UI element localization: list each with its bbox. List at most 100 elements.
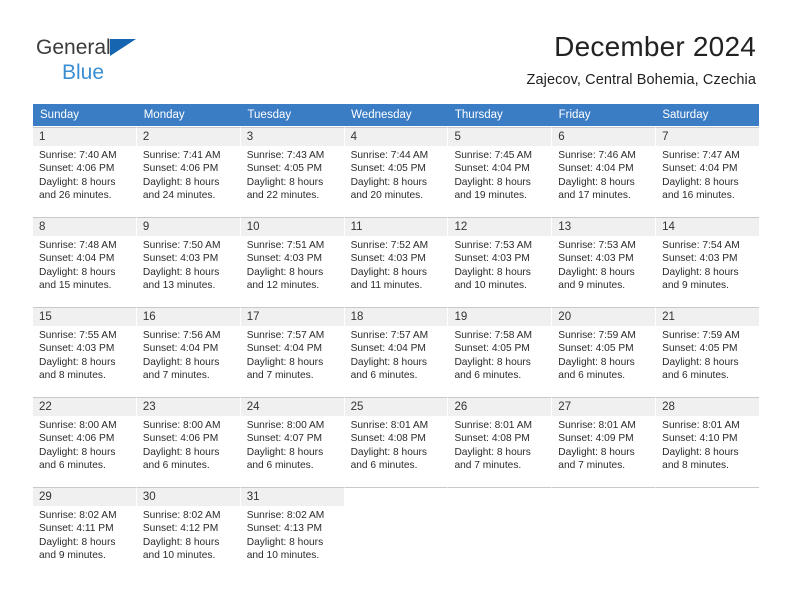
day-cell[interactable]: 21 Sunrise: 7:59 AM Sunset: 4:05 PM Dayl… (656, 307, 760, 397)
day-details: Sunrise: 7:54 AM Sunset: 4:03 PM Dayligh… (656, 236, 759, 293)
day-cell[interactable]: 30 Sunrise: 8:02 AM Sunset: 4:12 PM Dayl… (136, 487, 241, 577)
day-cell[interactable]: 4 Sunrise: 7:44 AM Sunset: 4:05 PM Dayli… (344, 127, 449, 217)
sunset-text: Sunset: 4:06 PM (142, 163, 219, 175)
day-details: Sunrise: 8:00 AM Sunset: 4:06 PM Dayligh… (33, 416, 136, 473)
sunrise-text: Sunrise: 7:53 AM (558, 240, 636, 251)
sunrise-text: Sunrise: 7:40 AM (39, 150, 117, 161)
sunset-text: Sunset: 4:05 PM (246, 163, 323, 175)
day-details: Sunrise: 8:02 AM Sunset: 4:13 PM Dayligh… (241, 506, 344, 563)
sunrise-text: Sunrise: 8:01 AM (558, 420, 636, 431)
sunset-text: Sunset: 4:04 PM (246, 343, 323, 355)
daylight-text-line1: Daylight: 8 hours (558, 446, 635, 458)
day-cell[interactable]: 1 Sunrise: 7:40 AM Sunset: 4:06 PM Dayli… (33, 127, 137, 217)
daylight-text-line2: and 6 minutes. (350, 370, 418, 382)
day-number: 1 (33, 128, 136, 146)
day-number (656, 488, 760, 506)
day-cell[interactable]: 27 Sunrise: 8:01 AM Sunset: 4:09 PM Dayl… (552, 397, 657, 487)
day-cell[interactable]: 7 Sunrise: 7:47 AM Sunset: 4:04 PM Dayli… (656, 127, 760, 217)
sunset-text: Sunset: 4:08 PM (350, 433, 426, 445)
sunset-text: Sunset: 4:05 PM (558, 343, 634, 355)
sunset-text: Sunset: 4:05 PM (454, 343, 530, 355)
day-cell[interactable]: 9 Sunrise: 7:50 AM Sunset: 4:03 PM Dayli… (136, 217, 241, 307)
daylight-text-line2: and 19 minutes. (454, 190, 527, 202)
logo-triangle-icon (110, 39, 136, 56)
generalblue-logo[interactable]: General Blue (36, 36, 236, 88)
day-cell[interactable]: 23 Sunrise: 8:00 AM Sunset: 4:06 PM Dayl… (136, 397, 241, 487)
day-cell[interactable]: 6 Sunrise: 7:46 AM Sunset: 4:04 PM Dayli… (552, 127, 657, 217)
day-number: 20 (552, 308, 656, 326)
day-details: Sunrise: 8:02 AM Sunset: 4:12 PM Dayligh… (137, 506, 240, 563)
daylight-text-line2: and 9 minutes. (39, 550, 106, 562)
day-cell[interactable]: 20 Sunrise: 7:59 AM Sunset: 4:05 PM Dayl… (552, 307, 657, 397)
day-cell[interactable]: 24 Sunrise: 8:00 AM Sunset: 4:07 PM Dayl… (240, 397, 345, 487)
day-cell[interactable]: 3 Sunrise: 7:43 AM Sunset: 4:05 PM Dayli… (240, 127, 345, 217)
daylight-text-line2: and 7 minutes. (558, 460, 626, 472)
sunrise-text: Sunrise: 7:48 AM (39, 240, 117, 251)
daylight-text-line1: Daylight: 8 hours (454, 176, 531, 188)
day-number: 15 (33, 308, 136, 326)
sunrise-text: Sunrise: 7:58 AM (454, 330, 533, 341)
sunrise-text: Sunrise: 7:57 AM (350, 330, 429, 341)
day-cell[interactable]: 28 Sunrise: 8:01 AM Sunset: 4:10 PM Dayl… (656, 397, 760, 487)
daylight-text-line1: Daylight: 8 hours (142, 266, 220, 278)
day-cell[interactable]: 31 Sunrise: 8:02 AM Sunset: 4:13 PM Dayl… (240, 487, 345, 577)
day-number (344, 488, 448, 506)
day-number: 6 (552, 128, 656, 146)
day-details: Sunrise: 7:50 AM Sunset: 4:03 PM Dayligh… (137, 236, 240, 293)
day-cell[interactable]: 12 Sunrise: 7:53 AM Sunset: 4:03 PM Dayl… (448, 217, 553, 307)
weekday-header-thursday: Thursday (454, 109, 503, 121)
day-cell[interactable]: 25 Sunrise: 8:01 AM Sunset: 4:08 PM Dayl… (344, 397, 449, 487)
sunrise-text: Sunrise: 7:46 AM (558, 150, 636, 161)
day-cell[interactable]: 11 Sunrise: 7:52 AM Sunset: 4:03 PM Dayl… (344, 217, 449, 307)
daylight-text-line2: and 11 minutes. (350, 280, 423, 292)
daylight-text-line2: and 6 minutes. (350, 460, 418, 472)
day-number: 7 (656, 128, 760, 146)
weekday-header-row: Sunday Monday Tuesday Wednesday Thursday… (33, 104, 759, 126)
day-number: 30 (136, 488, 240, 506)
daylight-text-line1: Daylight: 8 hours (350, 356, 428, 368)
sunset-text: Sunset: 4:09 PM (558, 433, 634, 445)
sunrise-text: Sunrise: 7:59 AM (558, 330, 636, 341)
day-cell[interactable]: 10 Sunrise: 7:51 AM Sunset: 4:03 PM Dayl… (240, 217, 345, 307)
daylight-text-line1: Daylight: 8 hours (454, 356, 531, 368)
sunrise-text: Sunrise: 8:00 AM (39, 420, 117, 431)
day-details: Sunrise: 7:47 AM Sunset: 4:04 PM Dayligh… (656, 146, 759, 203)
day-number: 13 (552, 218, 656, 236)
day-cell[interactable]: 13 Sunrise: 7:53 AM Sunset: 4:03 PM Dayl… (552, 217, 657, 307)
daylight-text-line1: Daylight: 8 hours (662, 446, 739, 458)
day-cell[interactable]: 18 Sunrise: 7:57 AM Sunset: 4:04 PM Dayl… (344, 307, 449, 397)
day-cell[interactable]: 8 Sunrise: 7:48 AM Sunset: 4:04 PM Dayli… (33, 217, 137, 307)
day-cell[interactable]: 16 Sunrise: 7:56 AM Sunset: 4:04 PM Dayl… (136, 307, 241, 397)
daylight-text-line2: and 6 minutes. (39, 460, 106, 472)
day-cell[interactable]: 14 Sunrise: 7:54 AM Sunset: 4:03 PM Dayl… (656, 217, 760, 307)
day-details: Sunrise: 7:59 AM Sunset: 4:05 PM Dayligh… (656, 326, 759, 383)
day-number: 23 (136, 398, 240, 416)
sunset-text: Sunset: 4:03 PM (142, 253, 219, 265)
daylight-text-line2: and 13 minutes. (142, 280, 216, 292)
day-cell[interactable]: 29 Sunrise: 8:02 AM Sunset: 4:11 PM Dayl… (33, 487, 137, 577)
day-details: Sunrise: 7:53 AM Sunset: 4:03 PM Dayligh… (448, 236, 551, 293)
day-number: 4 (344, 128, 448, 146)
day-cell-empty (448, 487, 553, 577)
daylight-text-line2: and 6 minutes. (662, 370, 729, 382)
weekday-header-monday: Monday (143, 109, 185, 121)
daylight-text-line1: Daylight: 8 hours (350, 266, 428, 278)
daylight-text-line1: Daylight: 8 hours (39, 266, 116, 278)
day-details: Sunrise: 7:53 AM Sunset: 4:03 PM Dayligh… (552, 236, 655, 293)
daylight-text-line2: and 16 minutes. (662, 190, 735, 202)
sunset-text: Sunset: 4:04 PM (454, 163, 530, 175)
daylight-text-line2: and 7 minutes. (142, 370, 210, 382)
day-cell[interactable]: 19 Sunrise: 7:58 AM Sunset: 4:05 PM Dayl… (448, 307, 553, 397)
day-cell[interactable]: 2 Sunrise: 7:41 AM Sunset: 4:06 PM Dayli… (136, 127, 241, 217)
sunset-text: Sunset: 4:12 PM (142, 523, 219, 535)
day-cell[interactable]: 22 Sunrise: 8:00 AM Sunset: 4:06 PM Dayl… (33, 397, 137, 487)
day-cell[interactable]: 26 Sunrise: 8:01 AM Sunset: 4:08 PM Dayl… (448, 397, 553, 487)
day-details: Sunrise: 7:51 AM Sunset: 4:03 PM Dayligh… (241, 236, 344, 293)
week-row: 22 Sunrise: 8:00 AM Sunset: 4:06 PM Dayl… (33, 396, 760, 487)
day-cell[interactable]: 15 Sunrise: 7:55 AM Sunset: 4:03 PM Dayl… (33, 307, 137, 397)
week-row: 15 Sunrise: 7:55 AM Sunset: 4:03 PM Dayl… (33, 306, 760, 397)
day-number: 21 (656, 308, 760, 326)
day-cell[interactable]: 17 Sunrise: 7:57 AM Sunset: 4:04 PM Dayl… (240, 307, 345, 397)
day-details: Sunrise: 7:45 AM Sunset: 4:04 PM Dayligh… (448, 146, 551, 203)
day-cell[interactable]: 5 Sunrise: 7:45 AM Sunset: 4:04 PM Dayli… (448, 127, 553, 217)
